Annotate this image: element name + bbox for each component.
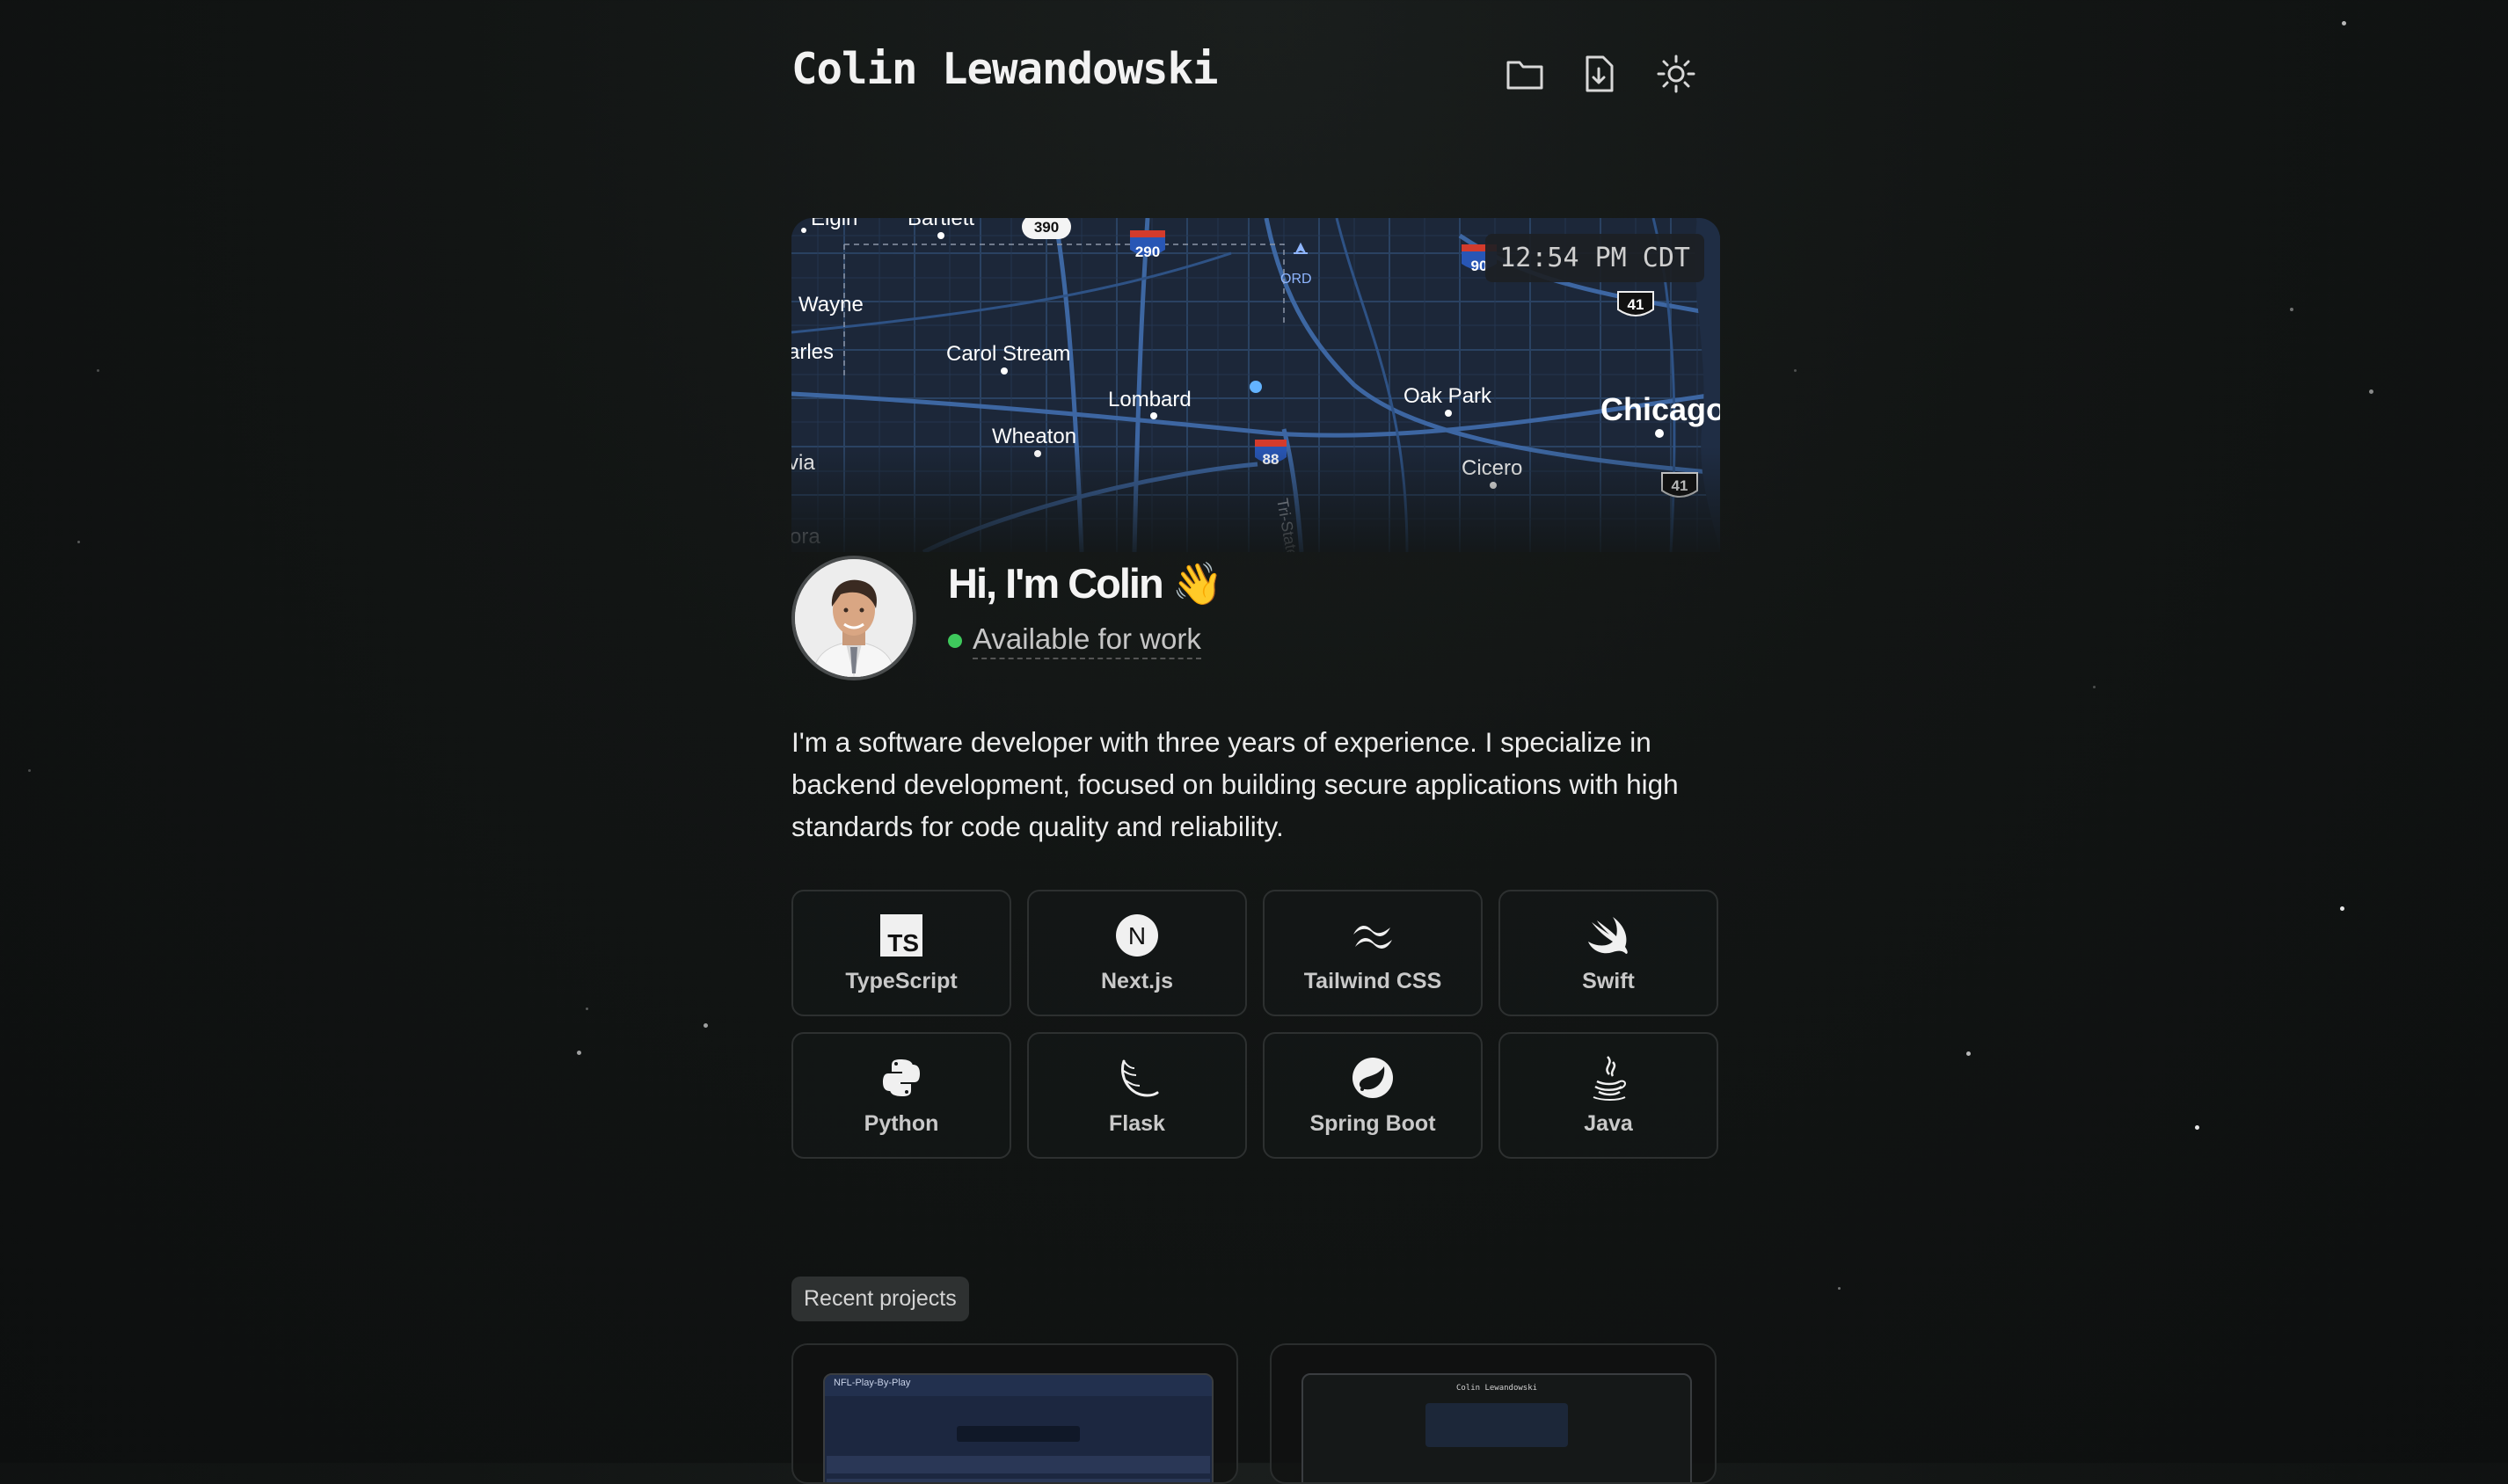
map-label: arles [791,340,834,364]
spring-boot-icon [1350,1055,1396,1101]
nextjs-icon: N [1114,913,1160,958]
java-icon [1586,1055,1631,1101]
project-app-title: Colin Lewandowski [1455,1384,1538,1393]
map-fade [791,447,1720,552]
map-label: Wheaton [992,425,1076,448]
status-label: Available for work [973,622,1201,659]
svg-text:N: N [1128,922,1146,949]
svg-text:290: 290 [1135,244,1160,260]
swift-icon [1586,913,1631,958]
skill-label: Flask [1109,1110,1165,1136]
greeting-heading: Hi, I'm Colin 👋 [948,560,1223,607]
folder-icon[interactable] [1504,53,1546,95]
map-label: Elgin [811,218,857,230]
sun-icon[interactable] [1655,53,1697,95]
skill-label: TypeScript [845,968,958,993]
avatar [791,556,916,680]
site-title[interactable]: Colin Lewandowski [791,44,1219,94]
skill-label: Python [864,1110,939,1136]
svg-text:390: 390 [1034,219,1059,236]
skill-label: Tailwind CSS [1303,968,1442,993]
map-label: Oak Park [1403,384,1492,408]
skill-label: Next.js [1101,968,1173,993]
typescript-icon: TS [879,913,924,958]
skills-grid: TS TypeScript N Next.js Tailwind CSS Swi… [791,890,1720,1159]
tailwind-icon [1350,913,1396,958]
map-label: Lombard [1108,388,1192,411]
skill-card-tailwind[interactable]: Tailwind CSS [1263,890,1483,1016]
skill-card-spring-boot[interactable]: Spring Boot [1263,1032,1483,1159]
project-thumbnail: Colin Lewandowski [1301,1373,1692,1482]
flask-icon [1114,1055,1160,1101]
skill-label: Spring Boot [1309,1110,1436,1136]
local-time-clock: 12:54 PM CDT [1485,234,1704,282]
project-thumbnail: NFL-Play-By-Play [823,1373,1214,1482]
skill-label: Swift [1582,968,1635,993]
status-dot-icon [948,634,962,648]
location-map[interactable]: Bartlett Elgin Wayne arles Carol Stream … [791,218,1720,552]
skill-label: Java [1584,1110,1633,1136]
skill-card-swift[interactable]: Swift [1498,890,1718,1016]
project-card-portfolio[interactable]: Colin Lewandowski [1270,1343,1717,1484]
file-download-icon[interactable] [1578,53,1620,95]
skill-card-java[interactable]: Java [1498,1032,1718,1159]
map-label: Carol Stream [946,342,1070,366]
skill-card-typescript[interactable]: TS TypeScript [791,890,1011,1016]
map-label: Bartlett [908,218,974,230]
python-icon [879,1055,924,1101]
availability-status[interactable]: Available for work [948,622,1201,659]
svg-text:41: 41 [1628,296,1644,313]
map-label: Wayne [798,293,864,316]
skill-card-nextjs[interactable]: N Next.js [1027,890,1247,1016]
project-app-title: NFL-Play-By-Play [825,1375,1212,1396]
bio-paragraph: I'm a software developer with three year… [791,726,1679,842]
svg-text:TS: TS [887,929,919,957]
map-label: Chicago [1600,391,1720,427]
skill-card-flask[interactable]: Flask [1027,1032,1247,1159]
map-label: ORD [1280,272,1312,287]
project-card-nfl[interactable]: NFL-Play-By-Play [791,1343,1238,1484]
recent-projects-heading: Recent projects [791,1277,969,1321]
skill-card-python[interactable]: Python [791,1032,1011,1159]
